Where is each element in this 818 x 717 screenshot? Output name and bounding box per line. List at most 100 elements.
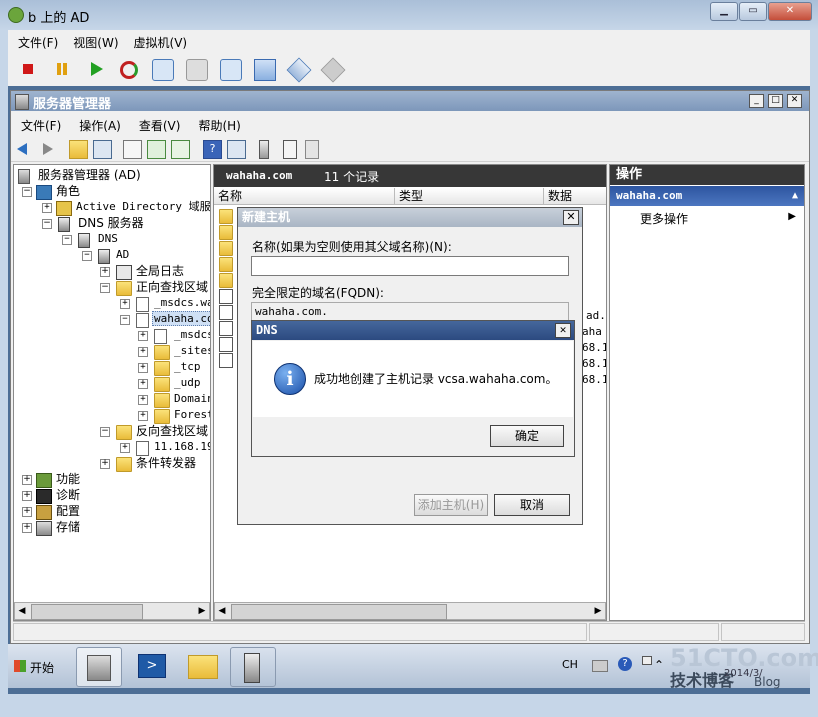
collapse-icon[interactable]: − <box>82 251 92 261</box>
sm-menu-file[interactable]: 文件(F) <box>11 113 69 134</box>
tree-node-global-logs[interactable]: + 全局日志 <box>16 263 184 280</box>
expand-icon[interactable]: + <box>22 475 32 485</box>
collapse-icon[interactable]: − <box>120 315 130 325</box>
tree-node-wahaha-zone[interactable]: − wahaha.co <box>16 311 210 328</box>
scroll-thumb[interactable] <box>31 604 143 620</box>
menu-view[interactable]: 视图(W) <box>63 30 123 51</box>
back-icon[interactable] <box>17 140 34 157</box>
sm-minimize-button[interactable]: _ <box>749 94 764 108</box>
sm-maximize-button[interactable]: □ <box>768 94 783 108</box>
expand-icon[interactable]: + <box>138 347 148 357</box>
scroll-right-icon[interactable]: ▶ <box>195 603 209 619</box>
taskbar-server-manager[interactable] <box>76 647 122 687</box>
tree-node-configuration[interactable]: + 配置 <box>16 503 80 520</box>
sm-menu-view[interactable]: 查看(V) <box>129 113 189 134</box>
tree-node-tcp[interactable]: + _tcp <box>16 359 201 376</box>
keyboard-icon[interactable] <box>592 660 608 672</box>
export-list-icon[interactable] <box>123 140 142 159</box>
expand-icon[interactable]: + <box>138 395 148 405</box>
snapshot-icon[interactable] <box>152 59 174 81</box>
tree-node-reverse-zones[interactable]: − 反向查找区域 <box>16 423 208 440</box>
expand-icon[interactable]: + <box>120 299 130 309</box>
tree-node-diagnostics[interactable]: + 诊断 <box>16 487 80 504</box>
scroll-right-icon[interactable]: ▶ <box>591 603 605 619</box>
snapshot-manager-icon[interactable] <box>220 59 242 81</box>
filter-icon[interactable] <box>305 140 319 159</box>
cancel-button[interactable]: 取消 <box>494 494 570 516</box>
properties-icon[interactable] <box>227 140 246 159</box>
expand-icon[interactable]: + <box>138 411 148 421</box>
up-folder-icon[interactable] <box>69 140 88 159</box>
tree-node-reverse-zone[interactable]: +11.168.19 <box>16 439 210 456</box>
new-host-close-button[interactable]: ✕ <box>563 210 579 225</box>
column-header-type[interactable]: 类型 <box>395 188 544 205</box>
expand-icon[interactable]: + <box>138 331 148 341</box>
language-indicator[interactable]: CH <box>562 658 578 671</box>
close-button[interactable]: ✕ <box>768 2 812 21</box>
expand-icon[interactable]: + <box>22 507 32 517</box>
tree-node-conditional-forwarders[interactable]: + 条件转发器 <box>16 455 196 472</box>
tree-node-msdcs-zone[interactable]: + _msdcs.wa <box>16 295 210 312</box>
collapse-icon[interactable]: − <box>100 427 110 437</box>
sm-close-button[interactable]: ✕ <box>787 94 802 108</box>
host-name-input[interactable] <box>251 256 569 276</box>
tree-node-root[interactable]: 服务器管理器 (AD) <box>16 167 141 184</box>
more-actions-item[interactable]: 更多操作 ▶ <box>610 209 804 227</box>
start-button[interactable]: 开始 <box>10 652 60 680</box>
tree-node-roles[interactable]: − 角色 <box>16 183 80 200</box>
scroll-thumb[interactable] <box>231 604 447 620</box>
collapse-icon[interactable]: − <box>62 235 72 245</box>
actions-zone-section[interactable]: wahaha.com ▲ <box>610 186 804 206</box>
collapse-arrow-icon[interactable]: ▲ <box>792 186 798 206</box>
help-icon[interactable]: ? <box>203 140 222 159</box>
tree-node-domain[interactable]: + Domain <box>16 391 210 408</box>
taskbar-dns-manager[interactable] <box>230 647 276 687</box>
minimize-button[interactable]: ▁ <box>710 2 738 21</box>
revert-snapshot-icon[interactable] <box>186 59 208 81</box>
add-host-button[interactable]: 添加主机(H) <box>414 494 488 516</box>
tree-node-storage[interactable]: + 存储 <box>16 519 80 536</box>
show-hide-tree-icon[interactable] <box>93 140 112 159</box>
maximize-button[interactable]: ▭ <box>739 2 767 21</box>
collapse-icon[interactable]: − <box>22 187 32 197</box>
tree-node-features[interactable]: + 功能 <box>16 471 80 488</box>
expand-icon[interactable]: + <box>22 491 32 501</box>
menu-file[interactable]: 文件(F) <box>8 30 63 51</box>
tree-node-dns-server[interactable]: − DNS 服务器 <box>16 215 144 232</box>
show-hidden-icons[interactable]: ⌃ <box>654 658 664 672</box>
tree-node-msdcs[interactable]: + _msdcs <box>16 327 210 344</box>
expand-icon[interactable]: + <box>100 267 110 277</box>
server-icon[interactable] <box>259 140 269 159</box>
expand-icon[interactable]: + <box>138 363 148 373</box>
tree-node-udp[interactable]: + _udp <box>16 375 201 392</box>
taskbar-powershell[interactable]: > <box>130 647 174 685</box>
ok-button[interactable]: 确定 <box>490 425 564 447</box>
console-settings-icon[interactable] <box>254 59 276 81</box>
tree-node-forest[interactable]: + Forest <box>16 407 210 424</box>
sm-menu-action[interactable]: 操作(A) <box>69 113 129 134</box>
scroll-left-icon[interactable]: ◀ <box>15 603 29 619</box>
edit-settings-icon[interactable] <box>286 57 312 83</box>
play-icon[interactable] <box>86 59 106 79</box>
network-icon[interactable] <box>642 656 652 665</box>
tree-horizontal-scrollbar[interactable]: ◀ ▶ <box>14 602 210 620</box>
tree-node-ad-ds[interactable]: + Active Directory 域服务 <box>16 199 210 216</box>
taskbar-explorer[interactable] <box>182 647 226 685</box>
collapse-icon[interactable]: − <box>100 283 110 293</box>
tree-node-ad[interactable]: − AD <box>16 247 129 264</box>
collapse-icon[interactable]: − <box>42 219 52 229</box>
dns-dialog-close-button[interactable]: ✕ <box>555 323 571 338</box>
expand-icon[interactable]: + <box>42 203 52 213</box>
results-horizontal-scrollbar[interactable]: ◀ ▶ <box>214 602 606 620</box>
column-header-data[interactable]: 数据 <box>544 188 606 205</box>
reset-icon[interactable] <box>118 59 138 79</box>
devices-icon[interactable] <box>320 57 346 83</box>
scroll-left-icon[interactable]: ◀ <box>215 603 229 619</box>
list-icon[interactable] <box>283 140 297 159</box>
column-header-name[interactable]: 名称 <box>214 188 395 205</box>
help-tray-icon[interactable]: ? <box>618 657 632 671</box>
expand-icon[interactable]: + <box>22 523 32 533</box>
sm-menu-help[interactable]: 帮助(H) <box>188 113 248 134</box>
menu-vm[interactable]: 虚拟机(V) <box>124 30 193 51</box>
tree-node-forward-zones[interactable]: − 正向查找区域 <box>16 279 208 296</box>
